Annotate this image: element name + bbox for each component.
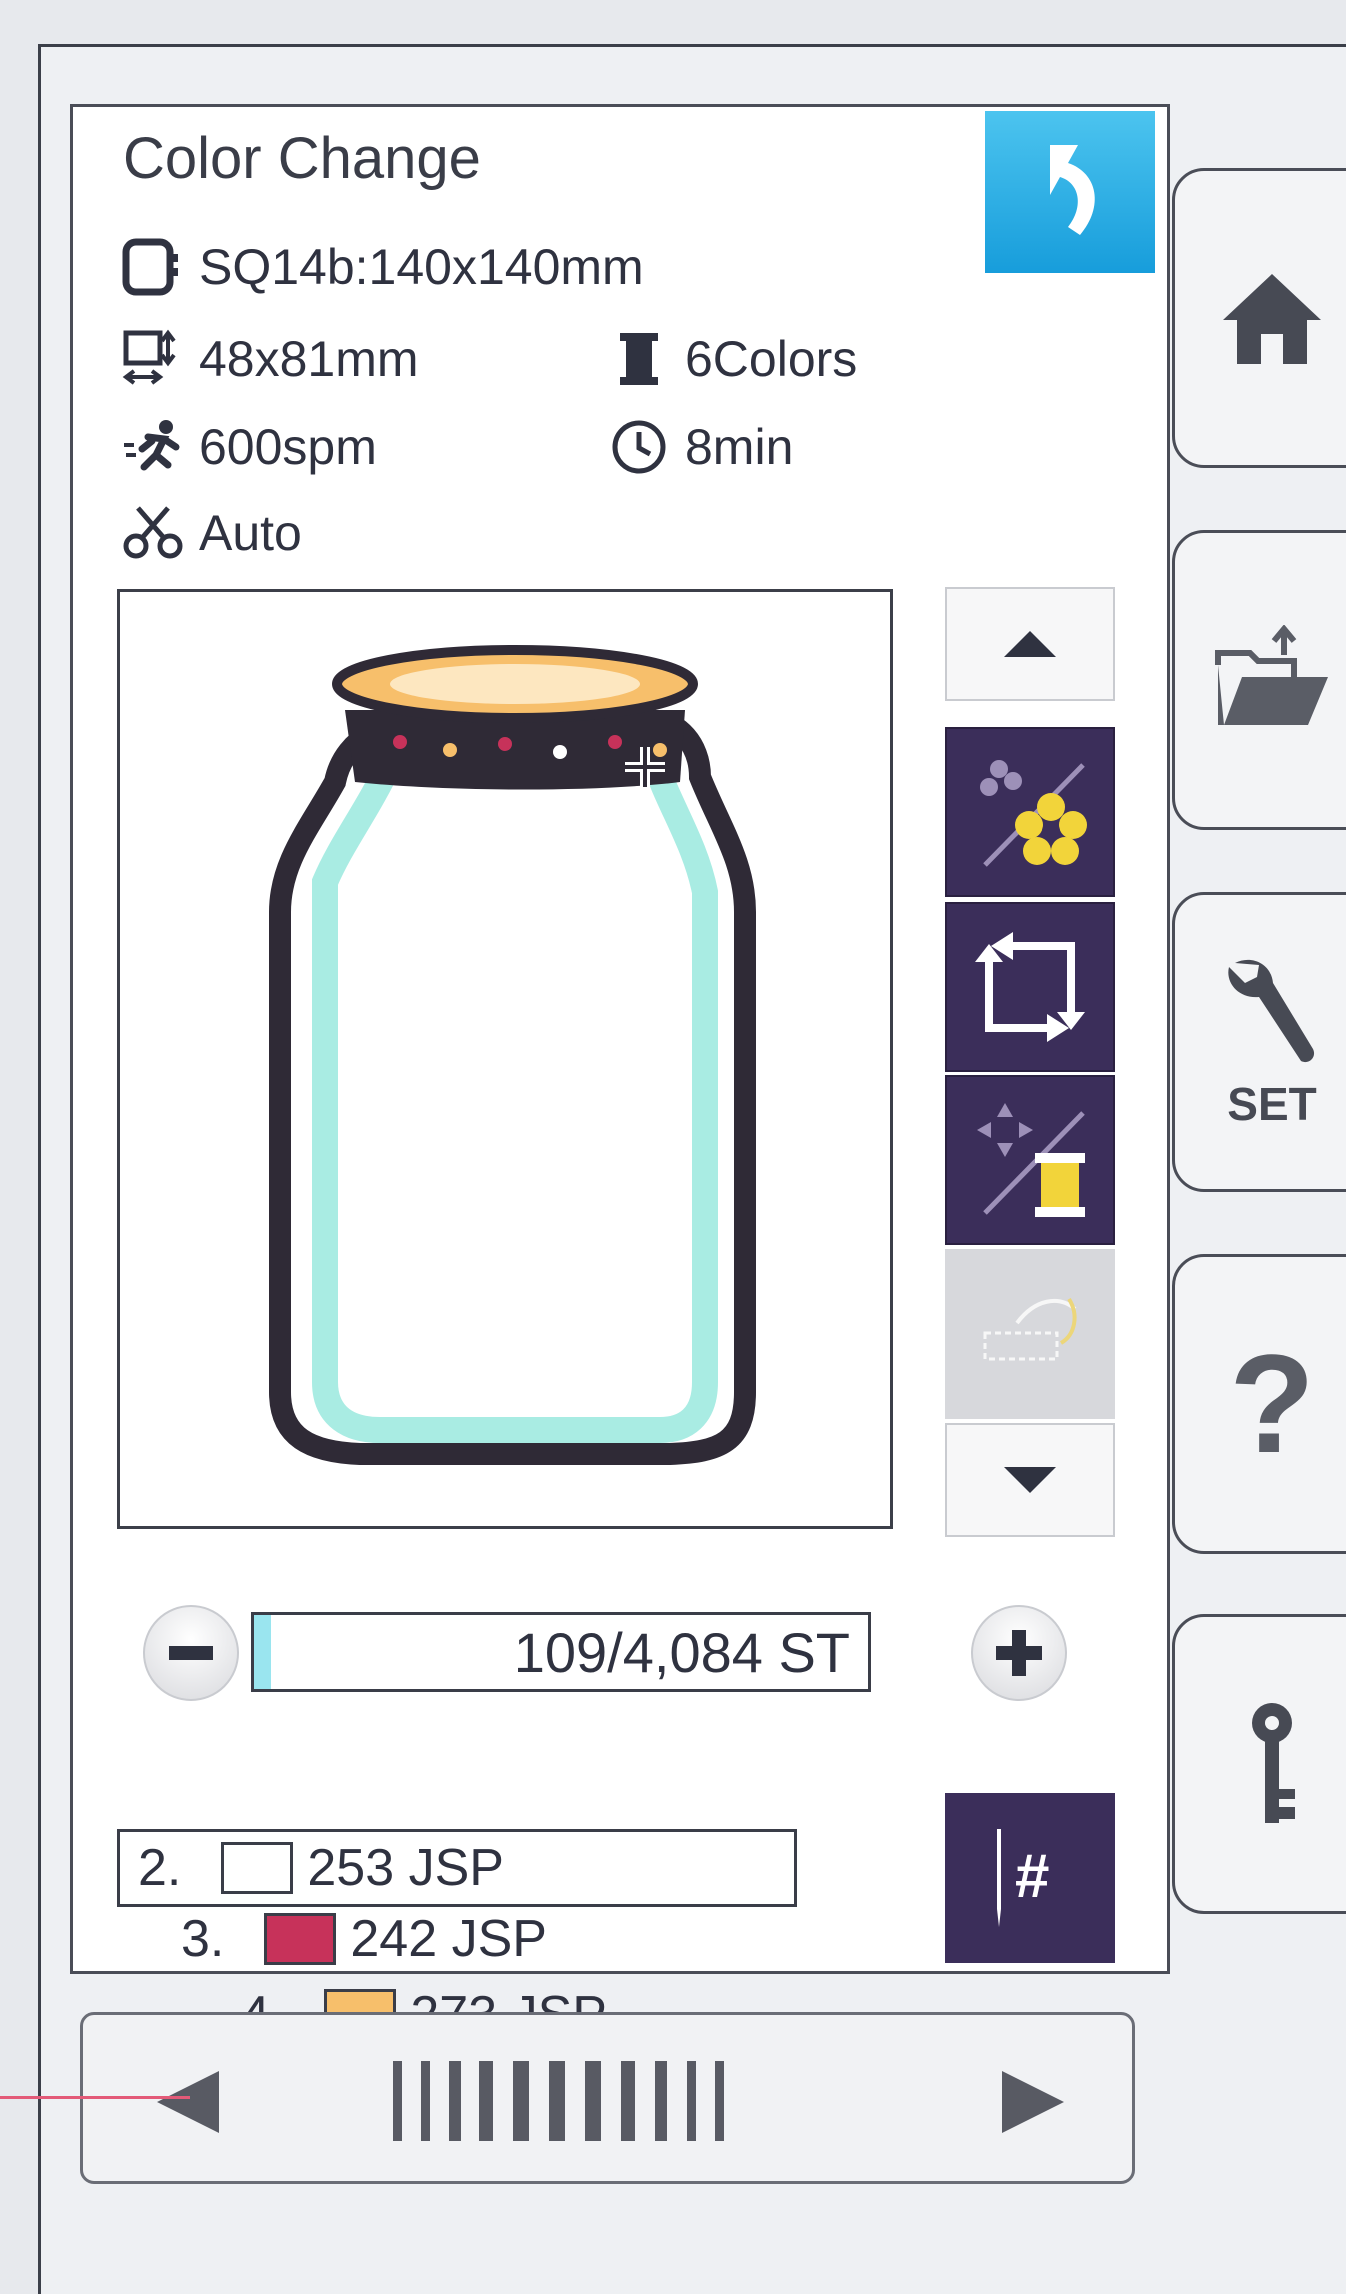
scroll-down-button[interactable] — [945, 1423, 1115, 1537]
design-size-icon — [117, 329, 189, 389]
plus-icon — [996, 1630, 1042, 1676]
clock-icon — [603, 417, 675, 477]
page-title: Color Change — [123, 126, 481, 191]
triangle-down-icon — [1004, 1467, 1056, 1493]
minus-icon — [169, 1646, 213, 1660]
folder-open-icon — [1215, 625, 1328, 725]
wrench-icon — [1228, 959, 1315, 1063]
stitch-counter-label: 109/4,084 ST — [513, 1620, 850, 1684]
trace-button[interactable] — [945, 902, 1115, 1072]
stitch-single-color-icon — [983, 1297, 1077, 1361]
mason-jar-design — [269, 645, 756, 1465]
scissors-icon — [117, 503, 189, 563]
thread-spool-jump-icon — [977, 1103, 1085, 1217]
time-info: 8min — [603, 417, 793, 477]
color-count-info: 6Colors — [603, 329, 857, 389]
design-preview — [117, 589, 893, 1529]
stitch-progress-fill — [254, 1615, 271, 1689]
color-list-item[interactable]: 3. 242 JSP — [163, 1909, 741, 1969]
lock-tab[interactable] — [1172, 1614, 1346, 1914]
settings-tab[interactable]: SET — [1172, 892, 1346, 1192]
help-icon: ? — [1229, 1325, 1315, 1482]
flower-icon — [980, 760, 1087, 867]
back-button[interactable] — [985, 111, 1155, 273]
scroll-up-button[interactable] — [945, 587, 1115, 701]
color-code: 253 JSP — [307, 1839, 504, 1897]
design-size-label: 48x81mm — [199, 331, 419, 387]
color-index: 2. — [138, 1839, 182, 1897]
single-color-button-disabled[interactable] — [945, 1249, 1115, 1419]
color-sort-button[interactable] — [945, 727, 1115, 897]
jump-to-color-button[interactable] — [945, 1075, 1115, 1245]
needle-number-button[interactable]: # — [945, 1793, 1115, 1963]
back-arrow-icon — [1050, 145, 1095, 235]
rotate-square-arrows-icon — [975, 932, 1085, 1042]
home-icon — [1223, 274, 1321, 364]
callout-line — [0, 2096, 190, 2099]
color-count-label: 6Colors — [685, 331, 858, 387]
scroll-thumb-grip[interactable] — [393, 2053, 813, 2149]
scroll-bar[interactable] — [80, 2012, 1135, 2184]
needle-hash-icon: # — [997, 1829, 1049, 1927]
key-icon — [1252, 1703, 1295, 1823]
color-swatch — [221, 1842, 294, 1894]
stitch-counter-bar: 109/4,084 ST — [251, 1612, 871, 1692]
design-size-info: 48x81mm — [117, 329, 419, 389]
scroll-right-arrow-icon[interactable] — [998, 2067, 1068, 2137]
help-tab[interactable]: ? — [1172, 1254, 1346, 1554]
speed-label: 600spm — [199, 419, 377, 475]
color-list-item[interactable]: 2. 253 JSP — [117, 1829, 797, 1907]
thread-cutter-info: Auto — [117, 503, 302, 563]
hoop-label: SQ14b:140x140mm — [199, 239, 644, 295]
color-swatch — [264, 1913, 337, 1965]
scroll-left-arrow-icon[interactable] — [153, 2067, 223, 2137]
hoop-icon — [117, 237, 189, 297]
color-index: 3. — [181, 1910, 225, 1968]
settings-label: SET — [1227, 1078, 1317, 1130]
lcd-screen: Color Change SQ14b:140x140mm 48x81mm 6Co… — [70, 104, 1170, 2044]
thread-cutter-label: Auto — [199, 505, 302, 561]
triangle-up-icon — [1004, 631, 1056, 657]
stitch-minus-button[interactable] — [143, 1605, 239, 1701]
color-code: 242 JSP — [350, 1910, 547, 1968]
running-man-icon — [117, 417, 189, 477]
open-file-tab[interactable] — [1172, 530, 1346, 830]
speed-info: 600spm — [117, 417, 377, 477]
svg-text:#: # — [1015, 1842, 1049, 1911]
time-label: 8min — [685, 419, 794, 475]
stitch-plus-button[interactable] — [971, 1605, 1067, 1701]
hoop-info: SQ14b:140x140mm — [117, 237, 644, 297]
home-tab[interactable] — [1172, 168, 1346, 468]
thread-spool-icon — [603, 329, 675, 389]
